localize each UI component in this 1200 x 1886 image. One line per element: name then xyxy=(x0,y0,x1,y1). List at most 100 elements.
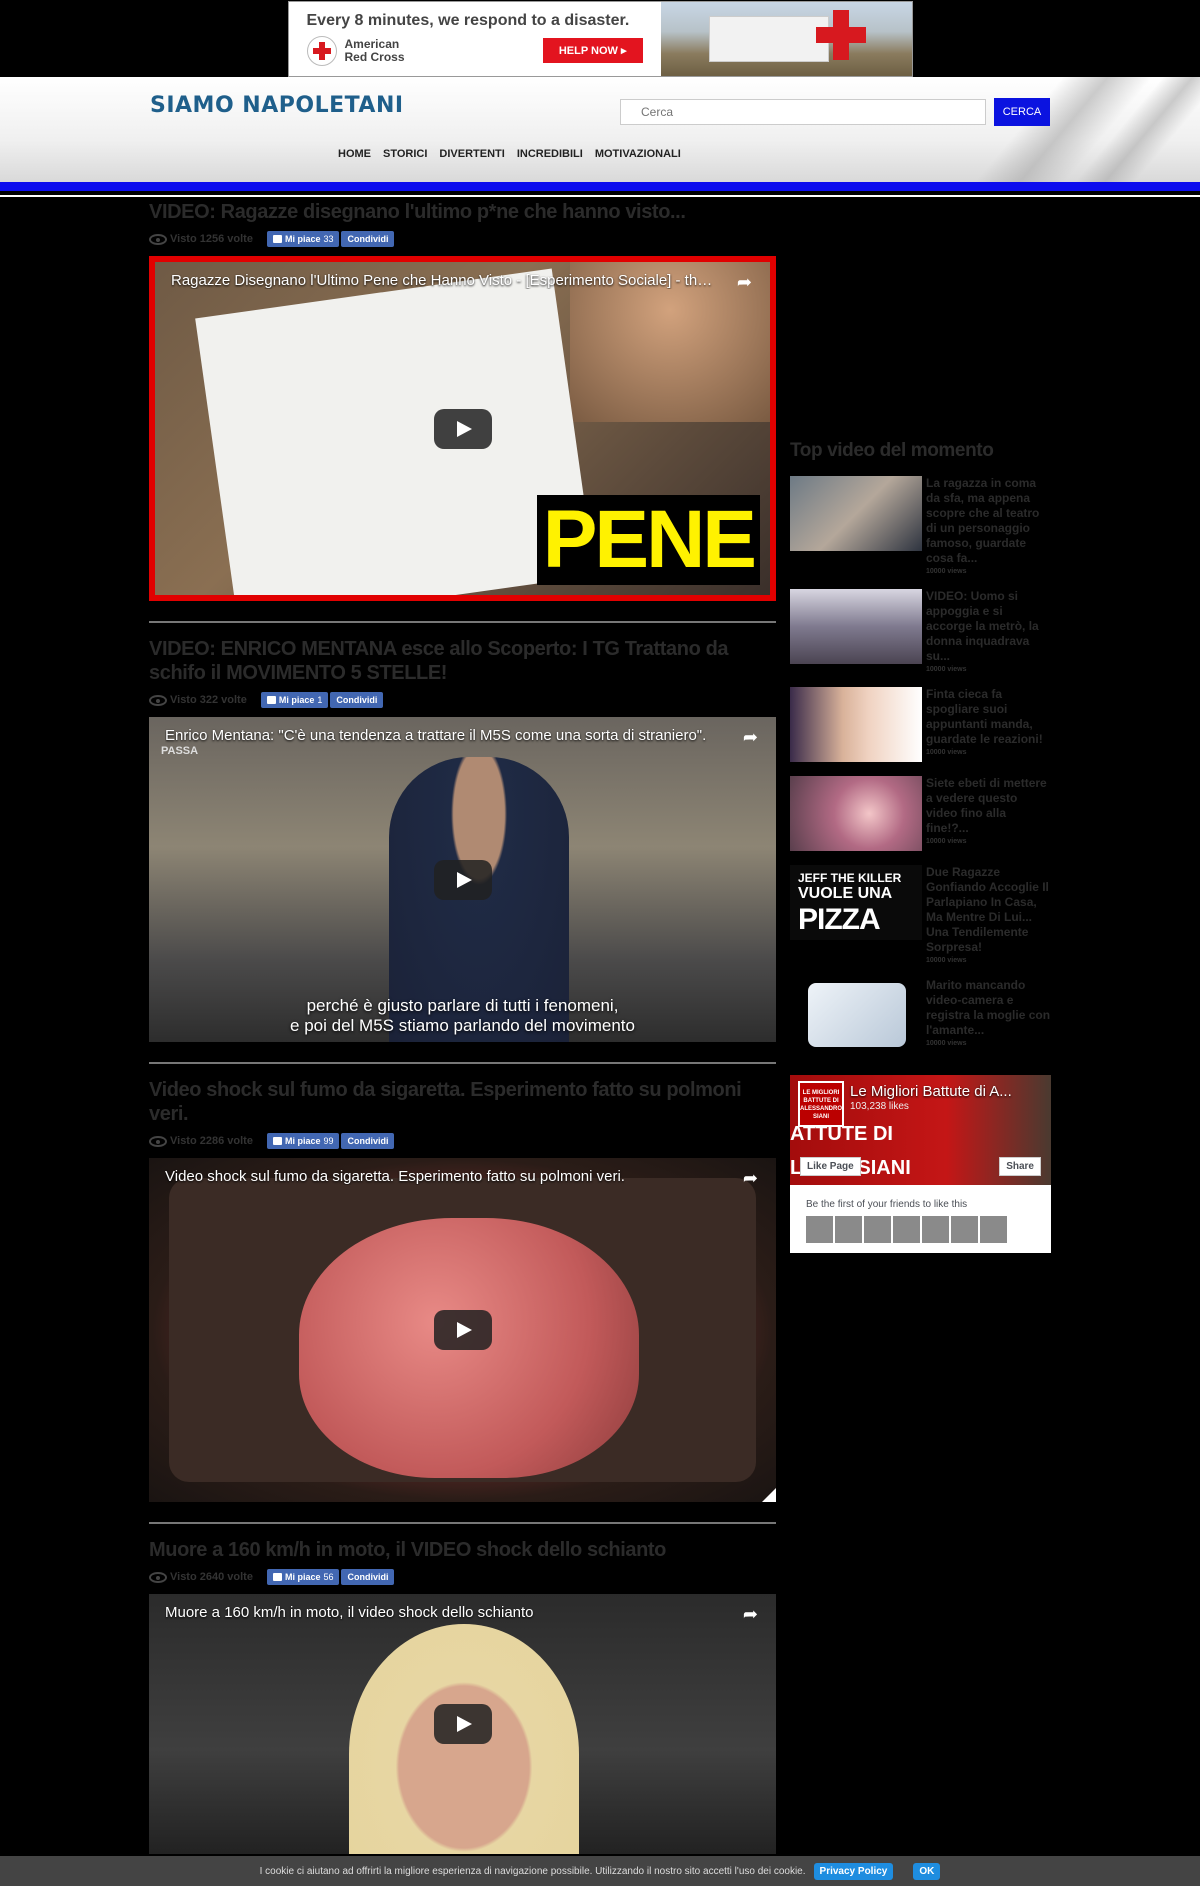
sidebar-thumbnail[interactable] xyxy=(790,978,922,1053)
sidebar-item-meta: 10000 views xyxy=(926,838,967,845)
sidebar-item[interactable]: JEFF THE KILLER VUOLE UNA PIZZA Due Raga… xyxy=(790,865,1051,964)
sidebar-item-title[interactable]: Finta cieca fa spogliare suoi appuntanti… xyxy=(926,687,1051,747)
sidebar-thumbnail[interactable] xyxy=(790,776,922,851)
sidebar-item[interactable]: VIDEO: Uomo si appoggia e si accorge la … xyxy=(790,589,1051,673)
avatar[interactable] xyxy=(951,1216,978,1243)
eye-icon xyxy=(149,1571,167,1583)
post-separator xyxy=(149,1062,776,1064)
help-now-button[interactable]: HELP NOW ▸ xyxy=(542,38,643,63)
play-button[interactable] xyxy=(433,1704,492,1744)
fb-like-button[interactable]: Mi piace 1 xyxy=(260,692,329,708)
post-title[interactable]: Video shock sul fumo da sigaretta. Esper… xyxy=(149,1078,776,1126)
share-icon[interactable]: ➦ xyxy=(737,272,752,293)
sidebar-item-meta: 10000 views xyxy=(926,568,967,575)
sidebar-item-title[interactable]: Due Ragazze Gonfiando Accoglie Il Parlap… xyxy=(926,865,1051,955)
post-title[interactable]: VIDEO: ENRICO MENTANA esce allo Scoperto… xyxy=(149,637,776,685)
sidebar-thumbnail[interactable]: JEFF THE KILLER VUOLE UNA PIZZA xyxy=(790,865,922,940)
fb-share-page-button[interactable]: Share xyxy=(999,1157,1041,1176)
avatar[interactable] xyxy=(893,1216,920,1243)
fb-share-button[interactable]: Condividi xyxy=(341,1569,395,1585)
cookie-bar: I cookie ci aiutano ad offrirti la migli… xyxy=(0,1856,1200,1886)
fb-share-button[interactable]: Condividi xyxy=(330,692,384,708)
sidebar-item-text: Finta cieca fa spogliare suoi appuntanti… xyxy=(926,687,1051,762)
play-button[interactable] xyxy=(433,408,492,449)
thumbs-up-icon xyxy=(272,1137,282,1145)
fb-page-name[interactable]: Le Migliori Battute di A... xyxy=(850,1083,1012,1100)
sidebar-item[interactable]: Siete ebeti di mettere a vedere questo v… xyxy=(790,776,1051,851)
fb-like-button[interactable]: Mi piace 56 xyxy=(266,1569,340,1585)
nav-home[interactable]: HOME xyxy=(338,148,371,160)
sidebar-thumbnail[interactable] xyxy=(790,476,922,551)
cookie-ok-button[interactable]: OK xyxy=(913,1862,941,1880)
avatar[interactable] xyxy=(864,1216,891,1243)
play-button[interactable] xyxy=(433,1310,492,1350)
share-icon[interactable]: ➦ xyxy=(743,1604,758,1625)
sidebar-item-title[interactable]: Siete ebeti di mettere a vedere questo v… xyxy=(926,776,1051,836)
video-player[interactable]: PASSA perché è giusto parlare di tutti i… xyxy=(149,717,776,1042)
corner-marker xyxy=(762,1488,776,1502)
sidebar-thumbnail[interactable] xyxy=(790,687,922,762)
nav-divertenti[interactable]: DIVERTENTI xyxy=(439,148,504,160)
fb-cover[interactable]: LE MIGLIORI BATTUTE DI ALESSANDRO SIANI … xyxy=(790,1075,1051,1185)
sidebar-item-title[interactable]: La ragazza in coma da sfa, ma appena sco… xyxy=(926,476,1051,566)
video-title[interactable]: Video shock sul fumo da sigaretta. Esper… xyxy=(165,1168,726,1185)
like-label: Mi piace xyxy=(284,1572,321,1582)
views-count: Visto 2640 volte xyxy=(170,1571,253,1583)
sidebar-item-meta: 10000 views xyxy=(926,1040,967,1047)
post-separator xyxy=(149,1522,776,1524)
sidebar-item[interactable]: Finta cieca fa spogliare suoi appuntanti… xyxy=(790,687,1051,762)
like-count: 56 xyxy=(323,1572,334,1582)
sidebar-item[interactable]: Marito mancando video-camera e registra … xyxy=(790,978,1051,1053)
post-title[interactable]: Muore a 160 km/h in moto, il VIDEO shock… xyxy=(149,1538,776,1562)
fb-like-button[interactable]: Mi piace 33 xyxy=(266,231,340,247)
avatar[interactable] xyxy=(806,1216,833,1243)
facebook-page-widget: LE MIGLIORI BATTUTE DI ALESSANDRO SIANI … xyxy=(790,1075,1051,1253)
fb-page-logo[interactable]: LE MIGLIORI BATTUTE DI ALESSANDRO SIANI xyxy=(798,1081,844,1127)
sidebar-item-title[interactable]: VIDEO: Uomo si appoggia e si accorge la … xyxy=(926,589,1051,664)
fb-like-page-button[interactable]: Like Page xyxy=(800,1157,861,1176)
sidebar-item-text: VIDEO: Uomo si appoggia e si accorge la … xyxy=(926,589,1051,673)
sidebar: Top video del momento La ragazza in coma… xyxy=(790,440,1051,1253)
avatar[interactable] xyxy=(980,1216,1007,1243)
fb-share-button[interactable]: Condividi xyxy=(341,231,395,247)
avatar[interactable] xyxy=(922,1216,949,1243)
fb-like-button[interactable]: Mi piace 99 xyxy=(266,1133,340,1149)
share-icon[interactable]: ➦ xyxy=(743,727,758,748)
ad-left: Every 8 minutes, we respond to a disaste… xyxy=(289,2,661,76)
fb-friends-text: Be the first of your friends to like thi… xyxy=(806,1199,968,1210)
sidebar-title: Top video del momento xyxy=(790,440,994,461)
sidebar-item[interactable]: La ragazza in coma da sfa, ma appena sco… xyxy=(790,476,1051,575)
fb-buttons: Mi piace 1 Condividi xyxy=(260,692,384,708)
video-title[interactable]: Ragazze Disegnano l'Ultimo Pene che Hann… xyxy=(171,272,720,289)
nav-motivazionali[interactable]: MOTIVAZIONALI xyxy=(595,148,681,160)
search-input[interactable] xyxy=(620,99,986,125)
nav-storici[interactable]: STORICI xyxy=(383,148,427,160)
post-title[interactable]: VIDEO: Ragazze disegnano l'ultimo p*ne c… xyxy=(149,200,776,224)
video-player[interactable]: Video shock sul fumo da sigaretta. Esper… xyxy=(149,1158,776,1502)
red-cross-ad[interactable]: Every 8 minutes, we respond to a disaste… xyxy=(287,0,913,77)
video-title[interactable]: Enrico Mentana: "C'è una tendenza a trat… xyxy=(165,727,726,744)
play-button[interactable] xyxy=(433,859,492,900)
video-player[interactable]: Muore a 160 km/h in moto, il video shock… xyxy=(149,1594,776,1854)
search-button[interactable]: CERCA xyxy=(994,98,1050,126)
views: Visto 2286 volte xyxy=(149,1135,253,1147)
video-title[interactable]: Muore a 160 km/h in moto, il video shock… xyxy=(165,1604,726,1621)
avatar[interactable] xyxy=(835,1216,862,1243)
eye-icon xyxy=(149,694,167,706)
post-meta: Visto 2286 volte Mi piace 99 Condividi xyxy=(149,1132,776,1150)
site-logo[interactable]: SIAMO NAPOLETANI xyxy=(150,93,404,118)
sidebar-item-title[interactable]: Marito mancando video-camera e registra … xyxy=(926,978,1051,1038)
fb-share-button[interactable]: Condividi xyxy=(341,1133,395,1149)
fb-widget-body: Be the first of your friends to like thi… xyxy=(790,1185,1051,1253)
ad-row: American Red Cross HELP NOW ▸ xyxy=(306,35,643,66)
sidebar-item-text: Marito mancando video-camera e registra … xyxy=(926,978,1051,1053)
share-icon[interactable]: ➦ xyxy=(743,1168,758,1189)
privacy-policy-button[interactable]: Privacy Policy xyxy=(813,1862,894,1880)
sidebar-item-text: Due Ragazze Gonfiando Accoglie Il Parlap… xyxy=(926,865,1051,964)
video-player[interactable]: PENE Ragazze Disegnano l'Ultimo Pene che… xyxy=(149,256,776,601)
sidebar-thumbnail[interactable] xyxy=(790,589,922,664)
ad-image xyxy=(660,1,912,76)
nav-incredibili[interactable]: INCREDIBILI xyxy=(517,148,583,160)
sidebar-item-text: Siete ebeti di mettere a vedere questo v… xyxy=(926,776,1051,851)
post-separator xyxy=(149,621,776,623)
